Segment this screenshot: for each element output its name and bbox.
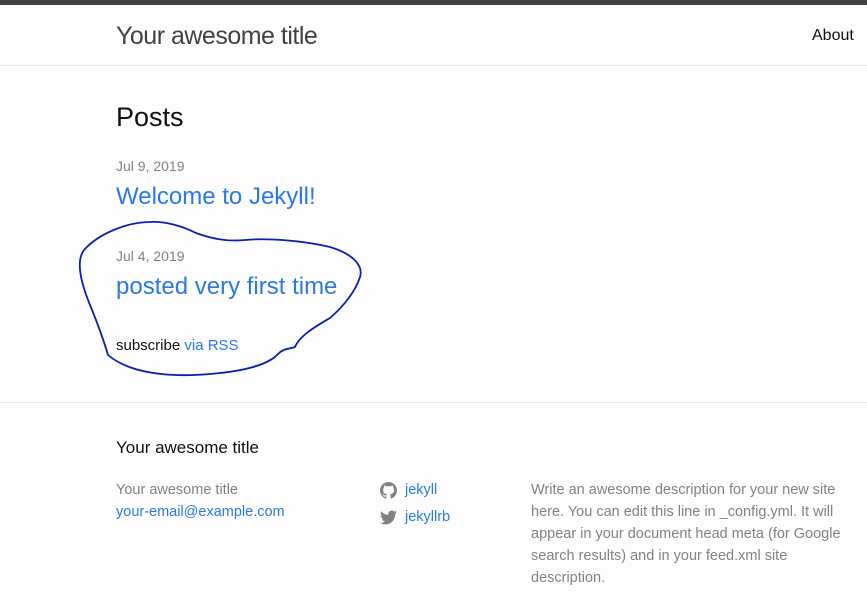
site-title-link[interactable]: Your awesome title bbox=[116, 22, 318, 51]
footer-social: jekyll jekyllrb bbox=[380, 477, 450, 531]
twitter-link[interactable]: jekyllrb bbox=[405, 504, 450, 531]
github-icon bbox=[380, 482, 397, 499]
social-item-twitter[interactable]: jekyllrb bbox=[380, 504, 450, 531]
rss-link[interactable]: via RSS bbox=[184, 337, 238, 354]
post-date: Jul 4, 2019 bbox=[116, 248, 185, 264]
post-title-link[interactable]: posted very first time bbox=[116, 273, 337, 301]
post-date: Jul 9, 2019 bbox=[116, 158, 185, 174]
page-heading: Posts bbox=[116, 102, 184, 132]
footer-contact: Your awesome title your-email@example.co… bbox=[116, 479, 285, 523]
rss-subscribe: subscribe via RSS bbox=[116, 337, 239, 354]
github-link[interactable]: jekyll bbox=[405, 477, 437, 504]
subscribe-label: subscribe bbox=[116, 337, 181, 354]
footer-email-link[interactable]: your-email@example.com bbox=[116, 504, 285, 520]
site-header: Your awesome title About bbox=[0, 5, 867, 66]
footer-description: Write an awesome description for your ne… bbox=[531, 482, 841, 586]
footer-heading: Your awesome title bbox=[116, 438, 260, 457]
post-title-link[interactable]: Welcome to Jekyll! bbox=[116, 183, 316, 211]
social-item-github[interactable]: jekyll bbox=[380, 477, 450, 504]
nav-link-about[interactable]: About bbox=[812, 27, 854, 45]
twitter-icon bbox=[380, 510, 397, 525]
site-footer: Your awesome title Your awesome title yo… bbox=[0, 402, 867, 597]
footer-contact-name: Your awesome title bbox=[116, 482, 238, 498]
